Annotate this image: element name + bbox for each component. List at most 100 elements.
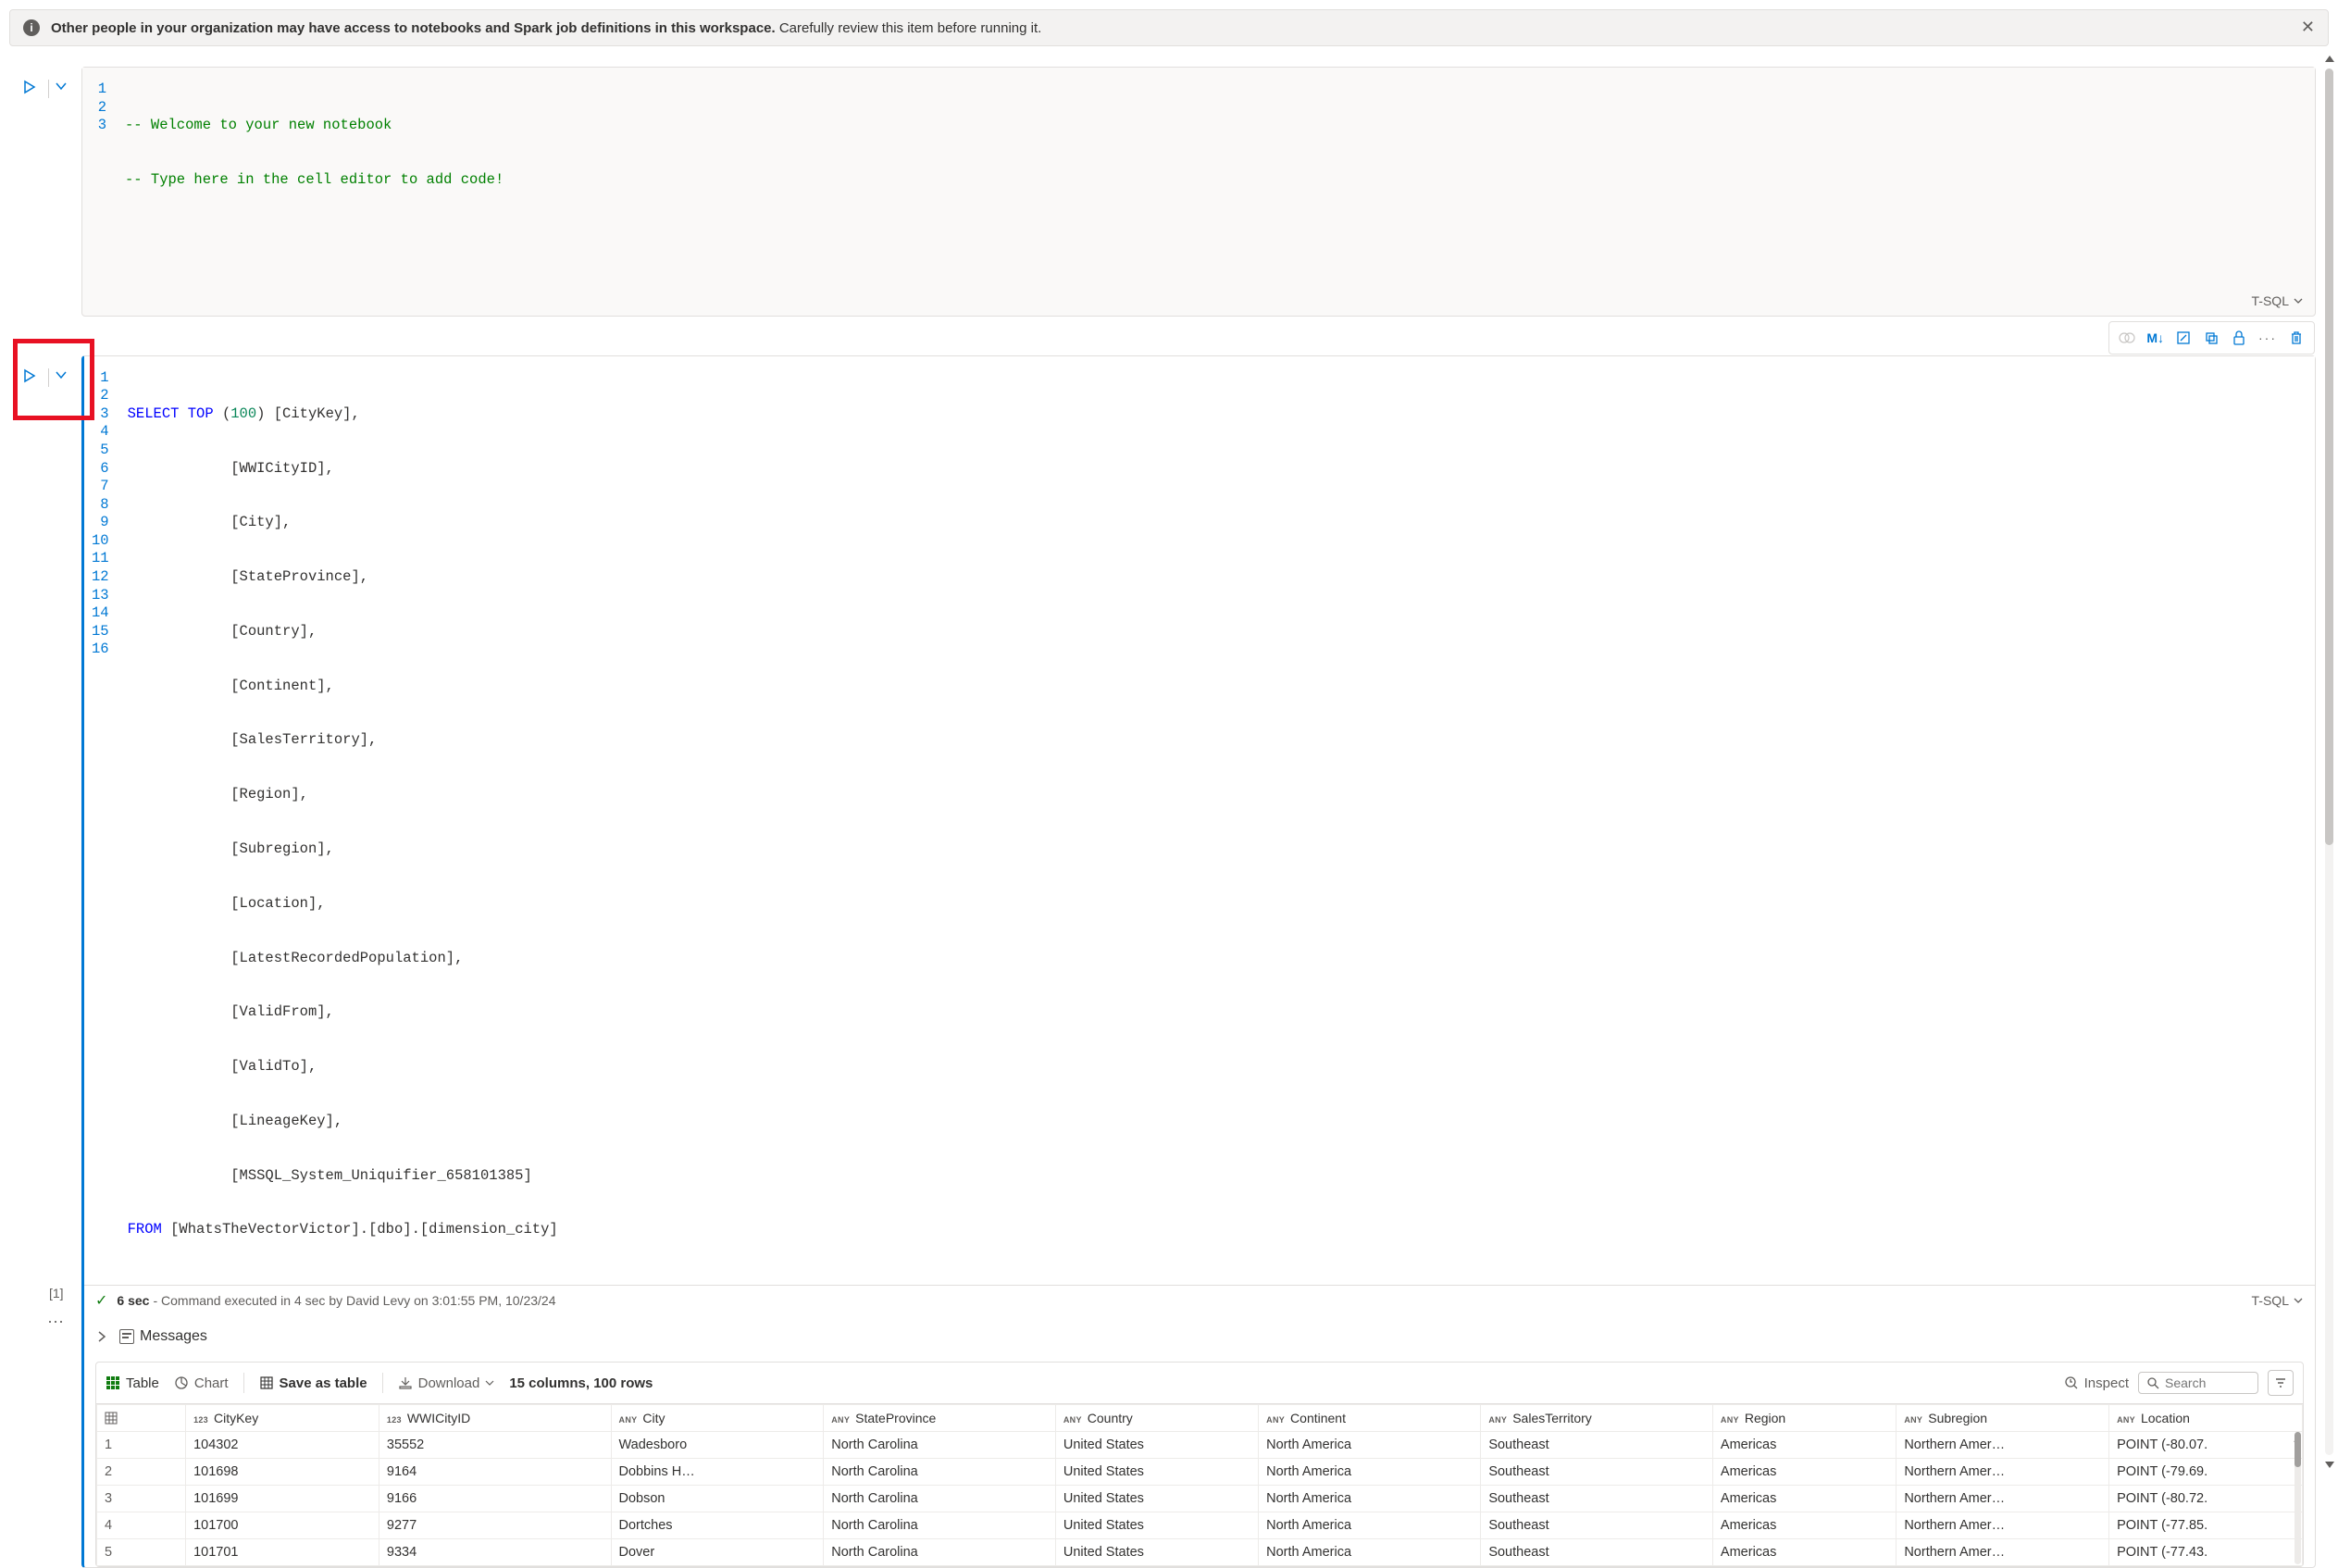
column-header[interactable]: ANYSalesTerritory xyxy=(1481,1405,1713,1432)
table-cell[interactable]: POINT (-79.69. xyxy=(2109,1459,2303,1486)
table-row[interactable]: 110430235552WadesboroNorth CarolinaUnite… xyxy=(97,1432,2303,1459)
cell-body[interactable]: 123 -- Welcome to your new notebook -- T… xyxy=(81,67,2316,317)
table-cell[interactable]: Northern Amer… xyxy=(1897,1539,2109,1566)
table-cell[interactable]: United States xyxy=(1055,1512,1258,1539)
table-cell[interactable]: POINT (-80.07. xyxy=(2109,1432,2303,1459)
table-cell[interactable]: POINT (-77.85. xyxy=(2109,1512,2303,1539)
table-cell[interactable]: North America xyxy=(1259,1459,1481,1486)
table-cell[interactable]: Southeast xyxy=(1481,1459,1713,1486)
run-cell-button[interactable] xyxy=(22,80,43,100)
chevron-right-icon[interactable] xyxy=(95,1330,108,1343)
table-cell[interactable]: United States xyxy=(1055,1432,1258,1459)
table-cell[interactable]: Americas xyxy=(1712,1459,1896,1486)
column-header[interactable]: ANYContinent xyxy=(1259,1405,1481,1432)
table-cell[interactable]: 1 xyxy=(97,1432,186,1459)
table-cell[interactable]: 9334 xyxy=(379,1539,611,1566)
table-cell[interactable]: 104302 xyxy=(186,1432,379,1459)
table-cell[interactable]: North America xyxy=(1259,1512,1481,1539)
table-cell[interactable]: United States xyxy=(1055,1539,1258,1566)
table-cell[interactable]: 9166 xyxy=(379,1486,611,1512)
code-editor[interactable]: 12345678 910111213141516 SELECT TOP (100… xyxy=(84,356,2315,1286)
code-content[interactable]: -- Welcome to your new notebook -- Type … xyxy=(125,81,2307,280)
lock-icon[interactable] xyxy=(2227,326,2251,350)
table-cell[interactable]: Northern Amer… xyxy=(1897,1486,2109,1512)
convert-markdown-button[interactable]: M↓ xyxy=(2143,326,2168,350)
table-cell[interactable]: Americas xyxy=(1712,1486,1896,1512)
table-cell[interactable]: Southeast xyxy=(1481,1432,1713,1459)
table-cell[interactable]: 35552 xyxy=(379,1432,611,1459)
column-header[interactable]: ANYRegion xyxy=(1712,1405,1896,1432)
search-input[interactable] xyxy=(2138,1372,2258,1394)
results-table[interactable]: 123CityKey 123WWICityID ANYCity ANYState… xyxy=(96,1404,2303,1566)
table-cell[interactable]: 5 xyxy=(97,1539,186,1566)
view-chart-tab[interactable]: Chart xyxy=(174,1375,229,1391)
table-cell[interactable]: Southeast xyxy=(1481,1486,1713,1512)
table-cell[interactable]: 4 xyxy=(97,1512,186,1539)
language-selector[interactable]: T-SQL xyxy=(2252,293,2304,308)
table-cell[interactable]: 101698 xyxy=(186,1459,379,1486)
cell-more-icon[interactable]: ··· xyxy=(47,1312,64,1331)
column-header[interactable]: ANYLocation xyxy=(2109,1405,2303,1432)
duplicate-button[interactable] xyxy=(2199,326,2223,350)
table-cell[interactable]: North Carolina xyxy=(824,1486,1056,1512)
code-editor[interactable]: 123 -- Welcome to your new notebook -- T… xyxy=(82,68,2315,290)
table-cell[interactable]: North Carolina xyxy=(824,1539,1056,1566)
table-cell[interactable]: North America xyxy=(1259,1539,1481,1566)
table-cell[interactable]: Wadesboro xyxy=(611,1432,824,1459)
table-cell[interactable]: Dobbins H… xyxy=(611,1459,824,1486)
close-icon[interactable]: ✕ xyxy=(2301,18,2315,37)
table-cell[interactable]: North America xyxy=(1259,1486,1481,1512)
table-cell[interactable]: United States xyxy=(1055,1459,1258,1486)
table-cell[interactable]: 101700 xyxy=(186,1512,379,1539)
table-cell[interactable]: POINT (-77.43. xyxy=(2109,1539,2303,1566)
clear-output-button[interactable] xyxy=(2171,326,2195,350)
search-field[interactable] xyxy=(2165,1375,2239,1390)
table-cell[interactable]: Dover xyxy=(611,1539,824,1566)
corner-cell[interactable] xyxy=(97,1405,186,1432)
table-cell[interactable]: Americas xyxy=(1712,1539,1896,1566)
table-cell[interactable]: 101699 xyxy=(186,1486,379,1512)
messages-section[interactable]: Messages xyxy=(84,1315,2315,1350)
table-cell[interactable]: Americas xyxy=(1712,1512,1896,1539)
table-cell[interactable]: POINT (-80.72. xyxy=(2109,1486,2303,1512)
cell-run-dropdown[interactable] xyxy=(55,80,75,100)
table-cell[interactable]: Northern Amer… xyxy=(1897,1459,2109,1486)
column-header[interactable]: ANYCity xyxy=(611,1405,824,1432)
table-cell[interactable]: 101701 xyxy=(186,1539,379,1566)
copilot-icon[interactable] xyxy=(2115,326,2139,350)
run-cell-button[interactable] xyxy=(22,368,43,389)
table-cell[interactable]: Southeast xyxy=(1481,1512,1713,1539)
more-options-button[interactable]: ··· xyxy=(2255,326,2281,350)
column-header[interactable]: 123CityKey xyxy=(186,1405,379,1432)
code-content[interactable]: SELECT TOP (100) [CityKey], [WWICityID],… xyxy=(128,369,2307,1276)
inspect-button[interactable]: Inspect xyxy=(2064,1375,2129,1391)
page-scrollbar[interactable] xyxy=(2323,56,2334,1468)
table-cell[interactable]: 2 xyxy=(97,1459,186,1486)
table-cell[interactable]: Northern Amer… xyxy=(1897,1512,2109,1539)
table-cell[interactable]: North America xyxy=(1259,1432,1481,1459)
table-row[interactable]: 21016989164Dobbins H…North CarolinaUnite… xyxy=(97,1459,2303,1486)
table-cell[interactable]: 9277 xyxy=(379,1512,611,1539)
cell-run-dropdown[interactable] xyxy=(55,368,75,389)
table-cell[interactable]: North Carolina xyxy=(824,1459,1056,1486)
table-cell[interactable]: 9164 xyxy=(379,1459,611,1486)
column-header[interactable]: ANYCountry xyxy=(1055,1405,1258,1432)
cell-body[interactable]: M↓ ··· 12345678 9101112 xyxy=(81,355,2316,1568)
delete-button[interactable] xyxy=(2284,326,2308,350)
language-selector[interactable]: T-SQL xyxy=(2252,1293,2304,1308)
view-table-tab[interactable]: Table xyxy=(106,1375,159,1391)
table-cell[interactable]: United States xyxy=(1055,1486,1258,1512)
column-header[interactable]: ANYSubregion xyxy=(1897,1405,2109,1432)
table-cell[interactable]: Dortches xyxy=(611,1512,824,1539)
table-cell[interactable]: North Carolina xyxy=(824,1432,1056,1459)
table-row[interactable]: 31016999166DobsonNorth CarolinaUnited St… xyxy=(97,1486,2303,1512)
table-row[interactable]: 51017019334DoverNorth CarolinaUnited Sta… xyxy=(97,1539,2303,1566)
save-as-table-button[interactable]: Save as table xyxy=(259,1375,367,1391)
table-cell[interactable]: 3 xyxy=(97,1486,186,1512)
column-header[interactable]: ANYStateProvince xyxy=(824,1405,1056,1432)
table-cell[interactable]: Northern Amer… xyxy=(1897,1432,2109,1459)
table-cell[interactable]: Dobson xyxy=(611,1486,824,1512)
download-button[interactable]: Download xyxy=(398,1375,495,1391)
table-cell[interactable]: North Carolina xyxy=(824,1512,1056,1539)
table-row[interactable]: 41017009277DortchesNorth CarolinaUnited … xyxy=(97,1512,2303,1539)
